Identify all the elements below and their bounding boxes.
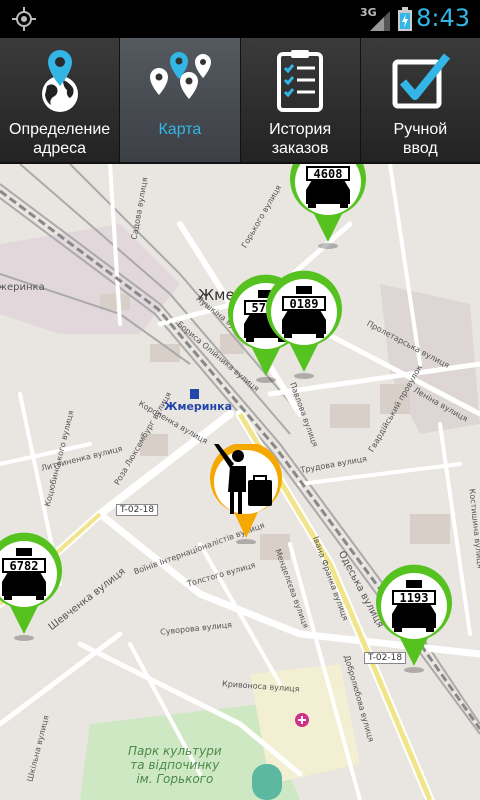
park-label: Парк культури та відпочинку ім. Горького (128, 744, 222, 786)
taxi-number: 6782 (2, 558, 46, 573)
taxi-number: 1193 (392, 590, 436, 605)
road-tag: T-02-18 (116, 504, 159, 516)
status-bar: 3G 8:43 (0, 0, 480, 38)
manual-input-icon (392, 53, 451, 109)
location-globe-icon (41, 50, 78, 112)
clock: 8:43 (416, 4, 470, 32)
gps-icon (12, 7, 36, 31)
taxi-marker[interactable]: 6782 (0, 532, 66, 642)
tab-label: История заказов (269, 121, 332, 157)
taxi-icon (376, 564, 452, 673)
map-view[interactable]: Жмерн Жмеринка жеринка T-02-18 T-02-18 П… (0, 164, 480, 800)
tab-manual-input[interactable]: Ручной ввод (361, 38, 480, 162)
district-label: жеринка (0, 282, 45, 293)
taxi-icon (266, 270, 342, 379)
signal-icon (370, 11, 390, 31)
tab-order-history[interactable]: История заказов (241, 38, 361, 162)
order-history-icon (277, 50, 324, 112)
tab-map[interactable]: Карта (120, 38, 241, 162)
taxi-marker[interactable]: 0189 (262, 270, 346, 380)
tab-label: Ручной ввод (393, 121, 448, 157)
taxi-icon (0, 532, 62, 641)
tab-address-detection[interactable]: Определение адреса (0, 38, 121, 162)
tab-bar: Определение адреса Карта История заказов (0, 38, 480, 164)
battery-charging-icon (398, 7, 412, 31)
passenger-hailing-icon (210, 444, 282, 544)
station-label: Жмеринка (164, 400, 232, 413)
tab-label: Карта (158, 121, 202, 138)
taxi-marker[interactable]: 4608 (286, 164, 370, 250)
tab-label: Определение адреса (9, 121, 111, 157)
taxi-marker[interactable]: 1193 (372, 564, 456, 674)
user-location-marker[interactable] (206, 444, 286, 544)
taxi-number: 4608 (306, 166, 350, 181)
taxi-number: 0189 (282, 296, 326, 311)
map-pins-icon (149, 52, 211, 99)
